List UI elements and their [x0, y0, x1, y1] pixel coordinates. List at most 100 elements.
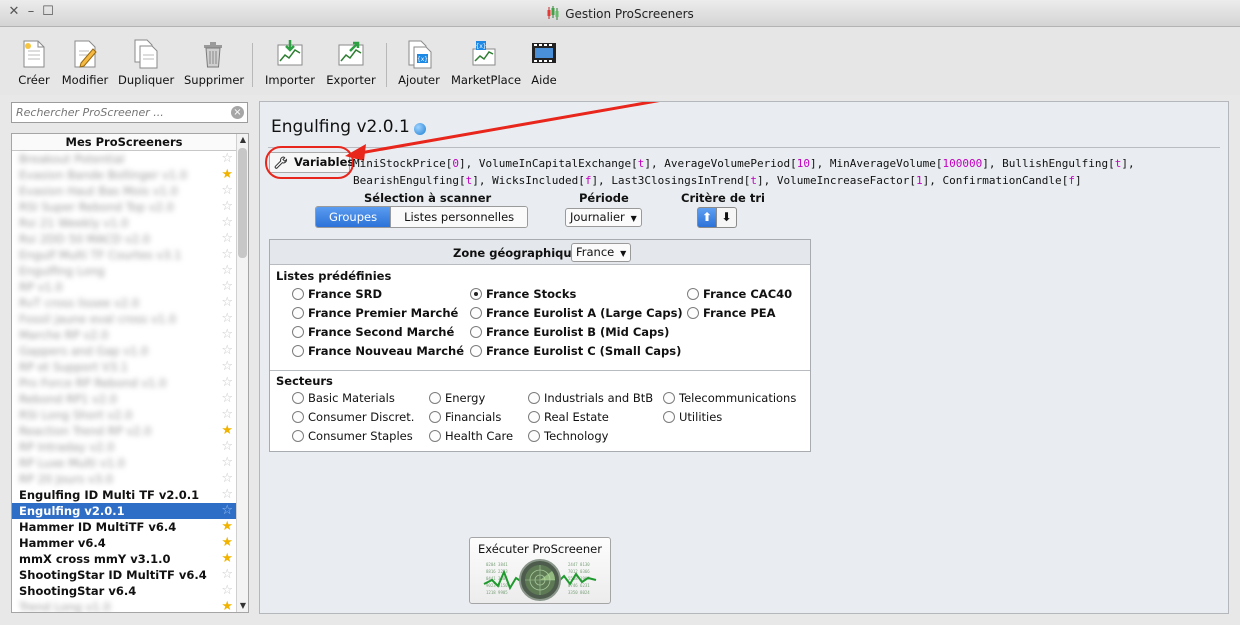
favorite-star-icon[interactable]: ☆ [221, 503, 233, 519]
list-item[interactable]: Engulf Multi TF Courtes v3.1 ☆ [12, 247, 236, 263]
radio-sector[interactable]: Technology [528, 429, 608, 443]
list-item[interactable]: Engulfing Long ☆ [12, 263, 236, 279]
favorite-star-icon[interactable]: ☆ [221, 375, 233, 391]
favorite-star-icon[interactable]: ★ [221, 599, 233, 612]
list-item[interactable]: Breakout Potential ☆ [12, 151, 236, 167]
list-item[interactable]: Trend Long v1.0 ★ [12, 599, 236, 612]
period-select[interactable]: Journalier ▼ [565, 208, 642, 227]
scroll-up-icon[interactable]: ▲ [237, 134, 248, 146]
list-item[interactable]: Hammer v6.4 ★ [12, 535, 236, 551]
radio-predefined-list[interactable]: France CAC40 [687, 287, 792, 301]
clear-search-icon[interactable]: × [231, 106, 244, 119]
favorite-star-icon[interactable]: ☆ [221, 263, 233, 279]
radio-sector[interactable]: Basic Materials [292, 391, 395, 405]
favorite-star-icon[interactable]: ☆ [221, 567, 233, 583]
radio-predefined-list[interactable]: France Eurolist C (Small Caps) [470, 344, 681, 358]
list-item[interactable]: Rebond RP1 v2.0 ☆ [12, 391, 236, 407]
list-item[interactable]: RP Intraday v2.0 ☆ [12, 439, 236, 455]
geo-zone-select[interactable]: France ▼ [571, 243, 632, 262]
list-scrollbar[interactable]: ▲ ▼ [236, 134, 248, 612]
execute-proscreener-button[interactable]: Exécuter ProScreener 0204 3841 8816 2213 0… [469, 537, 611, 604]
radio-sector[interactable]: Health Care [429, 429, 513, 443]
radio-sector[interactable]: Energy [429, 391, 485, 405]
radio-predefined-list[interactable]: France Eurolist B (Mid Caps) [470, 325, 669, 339]
list-item[interactable]: Hammer ID MultiTF v6.4 ★ [12, 519, 236, 535]
list-item[interactable]: Evasion Bande Bollinger v1.0 ★ [12, 167, 236, 183]
list-item[interactable]: RSI Super Rebond Top v2.0 ☆ [12, 199, 236, 215]
favorite-star-icon[interactable]: ☆ [221, 295, 233, 311]
tab-groups[interactable]: Groupes [316, 207, 391, 227]
favorite-star-icon[interactable]: ☆ [221, 455, 233, 471]
favorite-star-icon[interactable]: ★ [221, 423, 233, 439]
list-item[interactable]: Rsi 21 Weekly v1.0 ☆ [12, 215, 236, 231]
list-item[interactable]: ShootingStar ID MultiTF v6.4 ☆ [12, 567, 236, 583]
radio-sector[interactable]: Industrials and BtB [528, 391, 653, 405]
favorite-star-icon[interactable]: ☆ [221, 471, 233, 487]
list-item[interactable]: Gappers and Gap v1.0 ☆ [12, 343, 236, 359]
list-item[interactable]: ShootingStar v6.4 ☆ [12, 583, 236, 599]
list-item[interactable]: Engulfing ID Multi TF v2.0.1 ☆ [12, 487, 236, 503]
delete-button[interactable]: Supprimer [184, 39, 244, 87]
favorite-star-icon[interactable]: ☆ [221, 327, 233, 343]
radio-predefined-list[interactable]: France Stocks [470, 287, 576, 301]
duplicate-button[interactable]: Dupliquer [118, 39, 174, 87]
radio-predefined-list[interactable]: France Premier Marché [292, 306, 458, 320]
list-item[interactable]: RP v1.0 ☆ [12, 279, 236, 295]
favorite-star-icon[interactable]: ★ [221, 519, 233, 535]
list-item[interactable]: mmX cross mmY v3.1.0 ★ [12, 551, 236, 567]
import-button[interactable]: Importer [264, 39, 316, 87]
favorite-star-icon[interactable]: ☆ [221, 247, 233, 263]
favorite-star-icon[interactable]: ☆ [221, 407, 233, 423]
favorite-star-icon[interactable]: ☆ [221, 439, 233, 455]
favorite-star-icon[interactable]: ☆ [221, 215, 233, 231]
favorite-star-icon[interactable]: ☆ [221, 151, 233, 167]
sort-descending-button[interactable]: ⬇ [717, 207, 737, 228]
favorite-star-icon[interactable]: ★ [221, 551, 233, 567]
list-item[interactable]: RSI Long Short v2.0 ☆ [12, 407, 236, 423]
favorite-star-icon[interactable]: ☆ [221, 583, 233, 599]
scroll-thumb[interactable] [238, 148, 247, 258]
radio-sector[interactable]: Telecommunications [663, 391, 796, 405]
list-item[interactable]: Pro Force RP Rebond v1.0 ☆ [12, 375, 236, 391]
marketplace-button[interactable]: {x} MarketPlace [451, 39, 521, 87]
tab-personal-lists[interactable]: Listes personnelles [390, 207, 528, 227]
info-icon[interactable] [414, 123, 426, 135]
list-item[interactable]: Rsi 2DD 50 MACD v2.0 ☆ [12, 231, 236, 247]
favorite-star-icon[interactable]: ★ [221, 535, 233, 551]
radio-sector[interactable]: Financials [429, 410, 501, 424]
list-item[interactable]: RvT cross lissee v2.0 ☆ [12, 295, 236, 311]
list-item[interactable]: Fossil jaune eval cross v1.0 ☆ [12, 311, 236, 327]
radio-predefined-list[interactable]: France PEA [687, 306, 776, 320]
list-item[interactable]: RP Luxe Multi v1.0 ☆ [12, 455, 236, 471]
radio-sector[interactable]: Utilities [663, 410, 722, 424]
list-item[interactable]: RP et Support V3.1 ☆ [12, 359, 236, 375]
list-item[interactable]: Engulfing v2.0.1 ☆ [12, 503, 236, 519]
favorite-star-icon[interactable]: ☆ [221, 231, 233, 247]
search-input[interactable] [12, 103, 227, 122]
help-button[interactable]: Aide [526, 39, 562, 87]
list-item[interactable]: RP 20 Jours v3.0 ☆ [12, 471, 236, 487]
radio-predefined-list[interactable]: France Nouveau Marché [292, 344, 464, 358]
favorite-star-icon[interactable]: ☆ [221, 311, 233, 327]
list-item[interactable]: Evasion Haut Bas Mois v1.0 ☆ [12, 183, 236, 199]
favorite-star-icon[interactable]: ☆ [221, 359, 233, 375]
favorite-star-icon[interactable]: ★ [221, 167, 233, 183]
sort-ascending-button[interactable]: ⬆ [697, 207, 717, 228]
radio-predefined-list[interactable]: France SRD [292, 287, 382, 301]
radio-sector[interactable]: Consumer Staples [292, 429, 413, 443]
radio-predefined-list[interactable]: France Second Marché [292, 325, 454, 339]
list-item[interactable]: Reaction Trend RP v2.0 ★ [12, 423, 236, 439]
favorite-star-icon[interactable]: ☆ [221, 279, 233, 295]
favorite-star-icon[interactable]: ☆ [221, 183, 233, 199]
radio-predefined-list[interactable]: France Eurolist A (Large Caps) [470, 306, 683, 320]
favorite-star-icon[interactable]: ☆ [221, 199, 233, 215]
export-button[interactable]: Exporter [325, 39, 377, 87]
favorite-star-icon[interactable]: ☆ [221, 487, 233, 503]
list-item[interactable]: Marche RP v2.0 ☆ [12, 327, 236, 343]
favorite-star-icon[interactable]: ☆ [221, 343, 233, 359]
create-button[interactable]: Créer [16, 39, 52, 87]
radio-sector[interactable]: Consumer Discret. [292, 410, 414, 424]
modify-button[interactable]: Modifier [61, 39, 109, 87]
scroll-down-icon[interactable]: ▼ [237, 600, 248, 612]
add-button[interactable]: {x} Ajouter [396, 39, 442, 87]
